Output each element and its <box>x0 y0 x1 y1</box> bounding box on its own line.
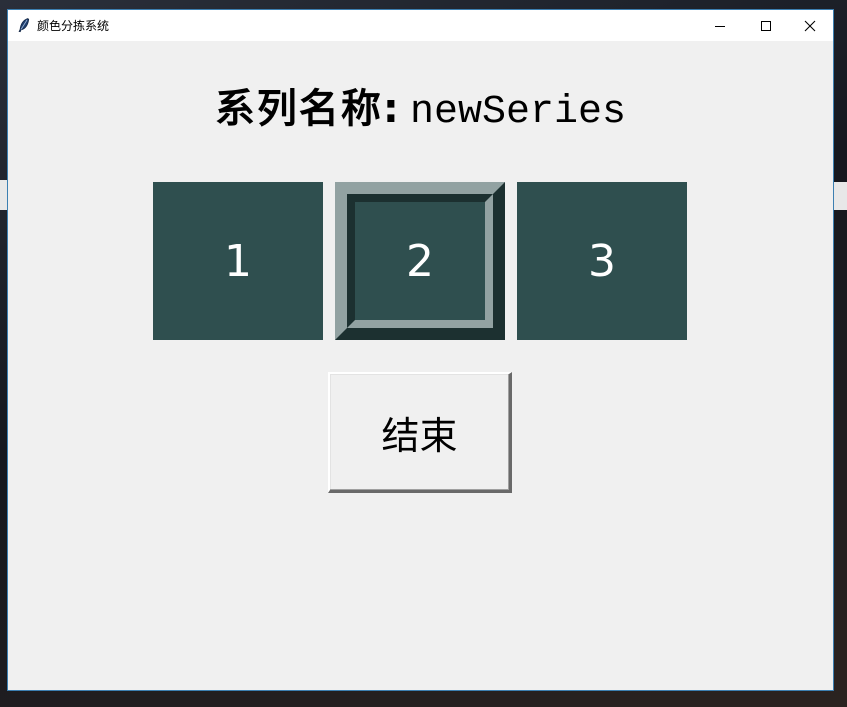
title-bar[interactable]: 颜色分拣系统 <box>8 10 833 41</box>
color-box-label: 1 <box>224 235 252 287</box>
series-header: 系列名称: newSeries <box>8 76 833 135</box>
color-box-2[interactable]: 2 <box>335 182 505 340</box>
feather-icon <box>18 18 30 33</box>
background-window-edge <box>833 182 847 210</box>
end-button[interactable]: 结束 <box>328 372 512 493</box>
series-name-label: 系列名称: <box>214 86 401 132</box>
window-title: 颜色分拣系统 <box>37 19 110 33</box>
app-window: 颜色分拣系统 系列名称: newSeries 1 2 3 结束 <box>7 9 834 691</box>
color-box-1[interactable]: 1 <box>153 182 323 340</box>
minimize-button[interactable] <box>697 10 743 41</box>
color-box-label: 3 <box>588 235 616 287</box>
minimize-icon <box>715 25 725 27</box>
maximize-button[interactable] <box>743 10 789 41</box>
close-button[interactable] <box>787 10 833 41</box>
color-box-selected-frame: 2 <box>347 194 493 328</box>
series-name-value: newSeries <box>410 90 627 135</box>
color-box-label: 2 <box>406 235 434 287</box>
close-icon <box>804 20 816 31</box>
maximize-icon <box>761 20 771 31</box>
color-box-3[interactable]: 3 <box>517 182 687 340</box>
